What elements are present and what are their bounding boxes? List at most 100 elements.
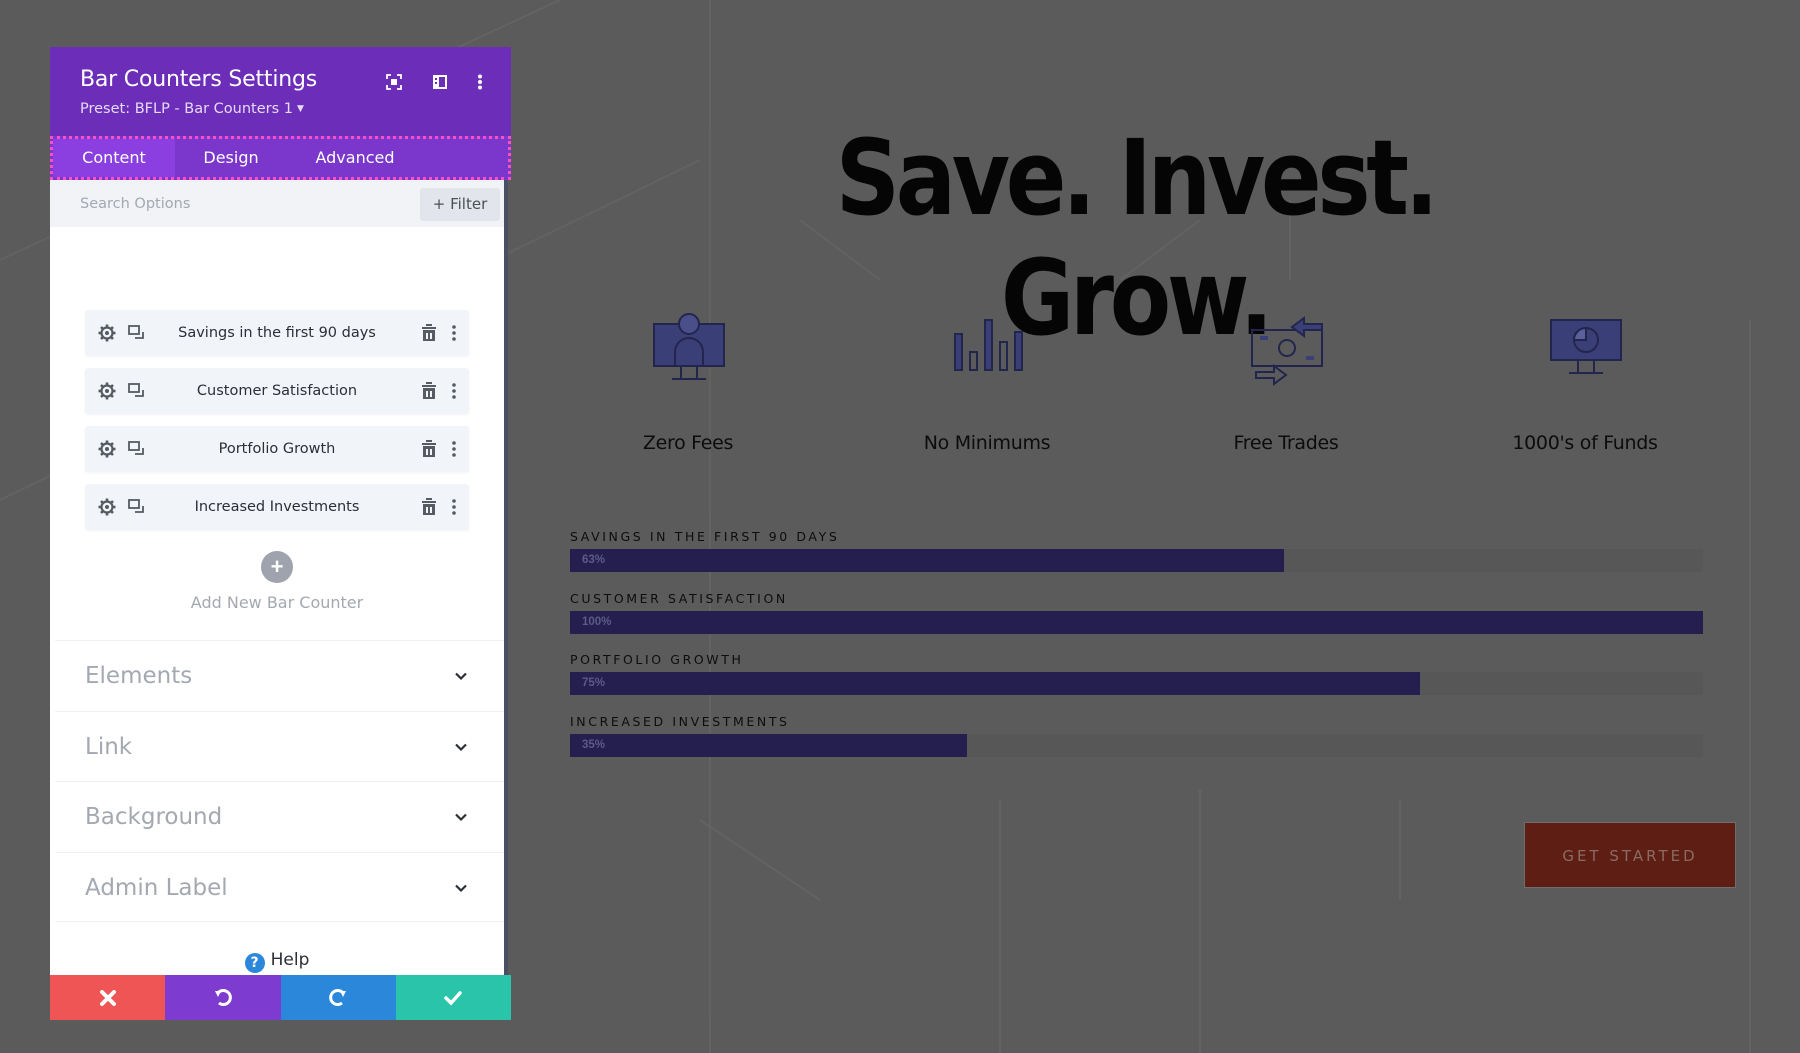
bar-fill: 63% <box>570 549 1284 572</box>
plus-icon: + <box>261 551 293 583</box>
help-label: Help <box>270 950 310 970</box>
undo-icon <box>214 988 232 1006</box>
help-link[interactable]: ? Help <box>50 950 504 973</box>
item-label: Savings in the first 90 days <box>178 325 376 341</box>
trash-icon[interactable] <box>421 440 437 458</box>
list-item[interactable]: Savings in the first 90 days <box>85 310 469 356</box>
preset-selector[interactable]: Preset: BFLP - Bar Counters 1 ▼ <box>80 101 304 117</box>
duplicate-icon[interactable] <box>127 440 145 458</box>
list-item[interactable]: Portfolio Growth <box>85 426 469 472</box>
trash-icon[interactable] <box>421 324 437 342</box>
panel-body: + Filter Savings in the first 90 days Cu… <box>50 180 504 975</box>
close-icon <box>99 989 116 1006</box>
panel-scrollbar[interactable] <box>504 180 508 1010</box>
focus-mode-icon[interactable] <box>383 71 405 93</box>
feature-free-trades: Free Trades <box>1156 312 1416 454</box>
section-elements[interactable]: Elements <box>55 640 504 711</box>
chevron-down-icon <box>455 884 467 892</box>
bar-label: Customer Satisfaction <box>570 590 788 606</box>
chevron-down-icon <box>455 743 467 751</box>
more-icon[interactable] <box>449 497 459 517</box>
more-icon[interactable] <box>449 381 459 401</box>
bar-counter: Increased Investments 35% <box>570 713 1703 775</box>
gear-icon[interactable] <box>97 323 117 343</box>
bar-counters: Savings in the first 90 days 63% Custome… <box>570 528 1703 774</box>
duplicate-icon[interactable] <box>127 324 145 342</box>
bar-counter-list: Savings in the first 90 days Customer Sa… <box>85 310 469 542</box>
bar-percent: 75% <box>582 677 606 689</box>
get-started-button[interactable]: GET STARTED <box>1524 822 1736 888</box>
bar-counter: Customer Satisfaction 100% <box>570 590 1703 652</box>
panel-header: Bar Counters Settings Preset: BFLP - Bar… <box>50 47 511 136</box>
panel-title: Bar Counters Settings <box>80 67 318 92</box>
list-item[interactable]: Increased Investments <box>85 484 469 530</box>
bar-counter: Savings in the first 90 days 63% <box>570 528 1703 590</box>
save-button[interactable] <box>395 975 511 1020</box>
duplicate-icon[interactable] <box>127 498 145 516</box>
settings-sections: Elements Link Background Admin Label <box>55 640 504 922</box>
bar-percent: 63% <box>582 554 606 566</box>
feature-label: No Minimums <box>923 432 1051 454</box>
feature-zero-fees: Zero Fees <box>558 312 818 454</box>
more-options-icon[interactable] <box>469 71 491 93</box>
section-admin-label[interactable]: Admin Label <box>55 851 504 922</box>
cancel-button[interactable] <box>50 975 166 1020</box>
trash-icon[interactable] <box>421 498 437 516</box>
preset-label: Preset: BFLP - Bar Counters 1 <box>80 101 294 117</box>
bar-fill: 35% <box>570 733 967 757</box>
section-label: Admin Label <box>85 874 228 901</box>
filter-button[interactable]: + Filter <box>420 188 500 221</box>
bar-track: 75% <box>570 672 1703 695</box>
more-icon[interactable] <box>449 323 459 343</box>
bar-counter: Portfolio Growth 75% <box>570 651 1703 713</box>
tab-bar: Content Design Advanced <box>50 136 511 180</box>
item-label: Increased Investments <box>194 499 360 515</box>
tab-advanced[interactable]: Advanced <box>287 139 423 177</box>
bar-track: 63% <box>570 549 1703 572</box>
feature-label: 1000's of Funds <box>1512 432 1658 454</box>
bar-percent: 100% <box>582 615 612 628</box>
monitor-person-icon <box>653 313 725 380</box>
list-item[interactable]: Customer Satisfaction <box>85 368 469 414</box>
bar-track: 100% <box>570 610 1703 634</box>
item-label: Customer Satisfaction <box>196 383 358 399</box>
tab-content[interactable]: Content <box>53 139 175 177</box>
feature-label: Free Trades <box>1233 432 1339 454</box>
add-new-bar-counter-button[interactable]: + Add New Bar Counter <box>50 551 504 612</box>
bar-percent: 35% <box>582 738 606 751</box>
redo-button[interactable] <box>280 975 396 1020</box>
chevron-down-icon <box>455 672 467 681</box>
checkmark-icon <box>444 990 463 1006</box>
bar-track: 35% <box>570 733 1703 757</box>
undo-button[interactable] <box>165 975 281 1020</box>
bar-fill: 100% <box>570 610 1703 634</box>
feature-no-minimums: No Minimums <box>857 312 1117 454</box>
gear-icon[interactable] <box>97 439 117 459</box>
duplicate-icon[interactable] <box>127 382 145 400</box>
bar-fill: 75% <box>570 672 1420 695</box>
section-label: Elements <box>85 663 193 689</box>
add-new-label: Add New Bar Counter <box>190 593 364 612</box>
more-icon[interactable] <box>449 439 459 459</box>
trash-icon[interactable] <box>421 382 437 400</box>
gear-icon[interactable] <box>97 497 117 517</box>
search-options-input[interactable] <box>80 192 460 216</box>
section-label: Background <box>85 804 223 830</box>
bar-label: Savings in the first 90 days <box>570 529 840 544</box>
section-background[interactable]: Background <box>55 781 504 852</box>
split-view-icon[interactable] <box>429 71 451 93</box>
chevron-down-icon <box>455 813 467 822</box>
bar-chart-icon <box>954 319 1023 371</box>
panel-footer <box>50 975 511 1020</box>
tab-design[interactable]: Design <box>175 139 287 177</box>
item-label: Portfolio Growth <box>218 441 336 457</box>
caret-down-icon: ▼ <box>297 104 304 114</box>
settings-panel: Bar Counters Settings Preset: BFLP - Bar… <box>50 47 511 1020</box>
bar-label: Portfolio Growth <box>570 652 744 667</box>
help-question-icon: ? <box>244 953 265 973</box>
gear-icon[interactable] <box>97 381 117 401</box>
section-link[interactable]: Link <box>55 710 504 782</box>
redo-icon <box>329 988 347 1006</box>
section-label: Link <box>85 733 133 760</box>
feature-label: Zero Fees <box>642 432 734 454</box>
